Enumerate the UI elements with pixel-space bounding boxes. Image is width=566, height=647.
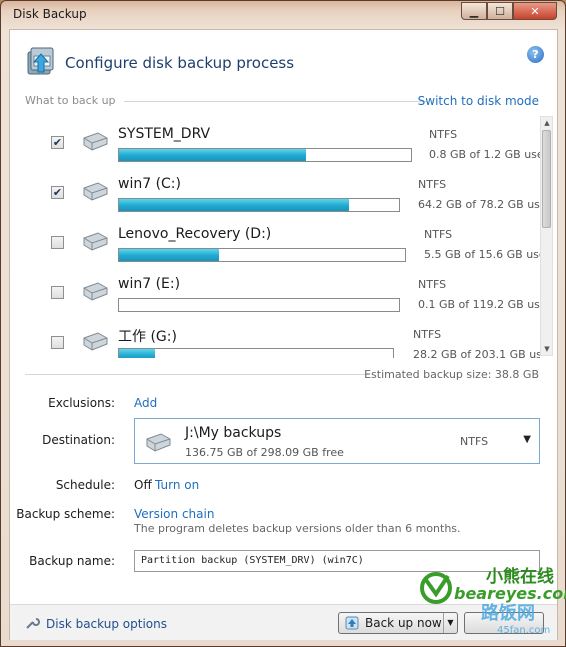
backup-arrow-icon bbox=[345, 616, 359, 630]
usage-bar bbox=[118, 248, 406, 262]
usage-bar bbox=[118, 148, 412, 162]
partition-usage: 28.2 GB of 203.1 GB used bbox=[413, 348, 540, 358]
usage-bar bbox=[118, 348, 394, 358]
partition-checkbox[interactable]: ✔ bbox=[51, 136, 64, 149]
partition-name: win7 (C:) bbox=[118, 176, 181, 192]
schedule-label: Schedule: bbox=[55, 478, 115, 492]
backup-name-label: Backup name: bbox=[29, 554, 115, 568]
partition-row: Lenovo_Recovery (D:) NTFS 5.5 GB of 15.6… bbox=[24, 214, 540, 264]
schedule-value: Off bbox=[134, 478, 152, 492]
backup-scheme-description: The program deletes backup versions olde… bbox=[134, 522, 461, 535]
partition-list: ✔ SYSTEM_DRV NTFS 0.8 GB of 1.2 GB used … bbox=[24, 114, 540, 358]
partition-checkbox[interactable] bbox=[51, 286, 64, 299]
close-icon: ✕ bbox=[530, 4, 540, 18]
partition-fs: NTFS bbox=[424, 228, 453, 241]
destination-path: J:\My backups bbox=[185, 425, 282, 441]
partition-row: win7 (E:) NTFS 0.1 GB of 119.2 GB used bbox=[24, 264, 540, 314]
partition-fs: NTFS bbox=[418, 178, 447, 191]
watermark-text-en: 45fan.com bbox=[497, 625, 551, 636]
destination-free-space: 136.75 GB of 298.09 GB free bbox=[185, 446, 344, 459]
destination-fs: NTFS bbox=[460, 435, 489, 448]
exclusions-label: Exclusions: bbox=[48, 396, 115, 410]
drive-icon bbox=[83, 282, 108, 301]
help-icon[interactable]: ? bbox=[527, 46, 544, 63]
divider bbox=[25, 374, 369, 375]
partition-name: SYSTEM_DRV bbox=[118, 126, 211, 142]
disk-backup-options-link[interactable]: Disk backup options bbox=[46, 617, 167, 631]
app-window: Disk Backup ▁ ☐ ✕ Configure disk backup … bbox=[0, 0, 566, 647]
window-title: Disk Backup bbox=[13, 7, 87, 21]
drive-icon bbox=[146, 433, 171, 452]
drive-icon bbox=[83, 132, 108, 151]
dialog-content: Configure disk backup process ? What to … bbox=[9, 29, 566, 640]
turn-on-schedule-link[interactable]: Turn on bbox=[155, 478, 199, 492]
minimize-button[interactable]: ▁ bbox=[461, 2, 487, 20]
divider bbox=[124, 101, 427, 102]
scroll-thumb[interactable] bbox=[542, 130, 551, 228]
partition-name: 工作 (G:) bbox=[118, 329, 177, 345]
backup-scheme-label: Backup scheme: bbox=[16, 507, 115, 521]
page-title: Configure disk backup process bbox=[65, 54, 295, 72]
window-controls: ▁ ☐ ✕ bbox=[461, 2, 557, 20]
partition-usage: 5.5 GB of 15.6 GB used bbox=[424, 248, 540, 261]
close-button[interactable]: ✕ bbox=[513, 2, 557, 20]
minimize-icon: ▁ bbox=[469, 4, 479, 18]
section-label-what: What to back up bbox=[25, 94, 116, 107]
partition-checkbox[interactable]: ✔ bbox=[51, 186, 64, 199]
partition-fs: NTFS bbox=[429, 128, 458, 141]
partition-row: ✔ SYSTEM_DRV NTFS 0.8 GB of 1.2 GB used bbox=[24, 114, 540, 164]
backup-disk-icon bbox=[27, 47, 54, 75]
partition-row: 工作 (G:) NTFS 28.2 GB of 203.1 GB used bbox=[24, 314, 540, 358]
scroll-up-icon[interactable]: ▲ bbox=[542, 118, 552, 128]
add-exclusions-link[interactable]: Add bbox=[134, 396, 157, 410]
partition-usage: 0.8 GB of 1.2 GB used bbox=[429, 148, 540, 161]
drive-icon bbox=[83, 232, 108, 251]
drive-icon bbox=[83, 332, 108, 351]
watermark-text-cn: 路饭网 bbox=[481, 603, 535, 624]
maximize-icon: ☐ bbox=[495, 4, 505, 18]
wrench-icon bbox=[26, 618, 40, 629]
back-up-now-label: Back up now bbox=[365, 616, 442, 630]
chevron-down-icon[interactable]: ▼ bbox=[523, 434, 531, 445]
partition-name: Lenovo_Recovery (D:) bbox=[118, 226, 272, 242]
partition-name: win7 (E:) bbox=[118, 276, 181, 292]
version-chain-link[interactable]: Version chain bbox=[134, 507, 214, 521]
estimated-backup-size: Estimated backup size: 38.8 GB bbox=[364, 368, 539, 381]
usage-bar bbox=[118, 298, 400, 312]
drive-icon bbox=[83, 182, 108, 201]
partition-usage: 0.1 GB of 119.2 GB used bbox=[418, 298, 540, 311]
partition-list-scrollbar[interactable]: ▲ ▼ bbox=[540, 116, 553, 356]
usage-bar bbox=[118, 198, 400, 212]
title-bar: Disk Backup ▁ ☐ ✕ bbox=[1, 1, 565, 29]
partition-row: ✔ win7 (C:) NTFS 64.2 GB of 78.2 GB used bbox=[24, 164, 540, 214]
partition-checkbox[interactable] bbox=[51, 336, 64, 349]
partition-fs: NTFS bbox=[413, 328, 442, 341]
partition-fs: NTFS bbox=[418, 278, 447, 291]
partition-usage: 64.2 GB of 78.2 GB used bbox=[418, 198, 540, 211]
back-up-now-button[interactable]: Back up now ▼ bbox=[338, 612, 458, 634]
destination-label: Destination: bbox=[42, 433, 115, 447]
switch-to-disk-mode-link[interactable]: Switch to disk mode bbox=[418, 94, 539, 108]
scroll-down-icon[interactable]: ▼ bbox=[542, 344, 552, 354]
destination-select[interactable]: J:\My backups 136.75 GB of 298.09 GB fre… bbox=[134, 418, 540, 464]
watermark-site: 路饭网 45fan.com bbox=[441, 599, 561, 645]
partition-checkbox[interactable] bbox=[51, 236, 64, 249]
maximize-button[interactable]: ☐ bbox=[487, 2, 513, 20]
